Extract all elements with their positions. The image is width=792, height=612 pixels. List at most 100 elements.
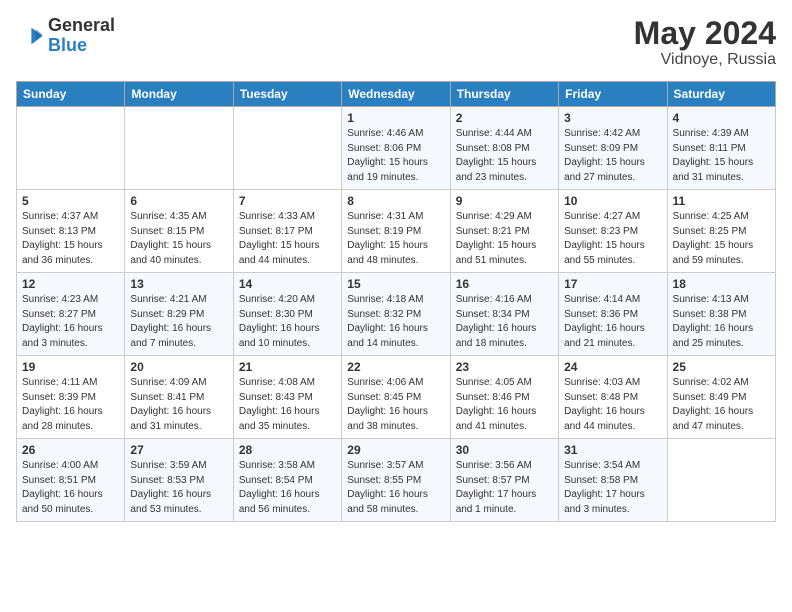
day-number: 20 [130,360,227,374]
header-row: Sunday Monday Tuesday Wednesday Thursday… [17,82,776,107]
day-cell-w2-d1: 5 Sunrise: 4:37 AM Sunset: 8:13 PM Daylig… [17,190,125,273]
logo-icon [16,22,44,50]
day-number: 29 [347,443,444,457]
day-info: Sunrise: 4:35 AM Sunset: 8:15 PM Dayligh… [130,210,227,268]
col-thursday: Thursday [450,82,558,107]
day-info: Sunrise: 4:11 AM Sunset: 8:39 PM Dayligh… [22,376,119,434]
day-info: Sunrise: 4:39 AM Sunset: 8:11 PM Dayligh… [673,127,770,185]
day-info: Sunrise: 4:44 AM Sunset: 8:08 PM Dayligh… [456,127,553,185]
day-number: 24 [564,360,661,374]
day-info: Sunrise: 4:13 AM Sunset: 8:38 PM Dayligh… [673,293,770,351]
day-number: 25 [673,360,770,374]
day-info: Sunrise: 3:58 AM Sunset: 8:54 PM Dayligh… [239,459,336,517]
day-cell-w1-d5: 2 Sunrise: 4:44 AM Sunset: 8:08 PM Daylig… [450,107,558,190]
day-info: Sunrise: 3:56 AM Sunset: 8:57 PM Dayligh… [456,459,553,517]
day-cell-w1-d4: 1 Sunrise: 4:46 AM Sunset: 8:06 PM Daylig… [342,107,450,190]
day-number: 3 [564,111,661,125]
day-number: 16 [456,277,553,291]
day-cell-w4-d2: 20Sunrise: 4:09 AM Sunset: 8:41 PM Dayli… [125,356,233,439]
day-cell-w4-d5: 23Sunrise: 4:05 AM Sunset: 8:46 PM Dayli… [450,356,558,439]
day-number: 19 [22,360,119,374]
day-number: 1 [347,111,444,125]
day-number: 12 [22,277,119,291]
day-cell-w3-d7: 18 Sunrise: 4:13 AM Sunset: 8:38 PM Dayli… [667,273,775,356]
day-cell-w1-d7: 4 Sunrise: 4:39 AM Sunset: 8:11 PM Daylig… [667,107,775,190]
day-number: 14 [239,277,336,291]
day-info: Sunrise: 4:25 AM Sunset: 8:25 PM Dayligh… [673,210,770,268]
day-cell-w2-d2: 6 Sunrise: 4:35 AM Sunset: 8:15 PM Daylig… [125,190,233,273]
location: Vidnoye, Russia [634,51,776,69]
day-cell-w1-d6: 3 Sunrise: 4:42 AM Sunset: 8:09 PM Daylig… [559,107,667,190]
col-tuesday: Tuesday [233,82,341,107]
day-number: 9 [456,194,553,208]
day-number: 30 [456,443,553,457]
day-info: Sunrise: 3:54 AM Sunset: 8:58 PM Dayligh… [564,459,661,517]
col-wednesday: Wednesday [342,82,450,107]
day-info: Sunrise: 4:23 AM Sunset: 8:27 PM Dayligh… [22,293,119,351]
day-info: Sunrise: 4:18 AM Sunset: 8:32 PM Dayligh… [347,293,444,351]
day-cell-w3-d5: 16 Sunrise: 4:16 AM Sunset: 8:34 PM Dayli… [450,273,558,356]
logo-line2: Blue [48,35,87,55]
day-info: Sunrise: 4:27 AM Sunset: 8:23 PM Dayligh… [564,210,661,268]
day-number: 21 [239,360,336,374]
day-cell-w1-d1 [17,107,125,190]
day-number: 4 [673,111,770,125]
logo-line1: General [48,15,115,35]
calendar-header: Sunday Monday Tuesday Wednesday Thursday… [17,82,776,107]
day-cell-w1-d2 [125,107,233,190]
logo: General Blue [16,16,115,56]
day-cell-w5-d4: 29 Sunrise: 3:57 AM Sunset: 8:55 PM Dayli… [342,439,450,522]
day-info: Sunrise: 4:31 AM Sunset: 8:19 PM Dayligh… [347,210,444,268]
col-saturday: Saturday [667,82,775,107]
day-cell-w3-d3: 14 Sunrise: 4:20 AM Sunset: 8:30 PM Dayli… [233,273,341,356]
week-row-2: 5 Sunrise: 4:37 AM Sunset: 8:13 PM Daylig… [17,190,776,273]
day-info: Sunrise: 4:46 AM Sunset: 8:06 PM Dayligh… [347,127,444,185]
day-cell-w5-d1: 26Sunrise: 4:00 AM Sunset: 8:51 PM Dayli… [17,439,125,522]
day-number: 18 [673,277,770,291]
day-info: Sunrise: 4:33 AM Sunset: 8:17 PM Dayligh… [239,210,336,268]
day-info: Sunrise: 4:20 AM Sunset: 8:30 PM Dayligh… [239,293,336,351]
day-number: 5 [22,194,119,208]
day-number: 22 [347,360,444,374]
day-number: 8 [347,194,444,208]
day-cell-w5-d5: 30 Sunrise: 3:56 AM Sunset: 8:57 PM Dayli… [450,439,558,522]
day-cell-w2-d7: 11Sunrise: 4:25 AM Sunset: 8:25 PM Dayli… [667,190,775,273]
day-number: 15 [347,277,444,291]
day-number: 27 [130,443,227,457]
day-cell-w3-d1: 12 Sunrise: 4:23 AM Sunset: 8:27 PM Dayli… [17,273,125,356]
day-number: 28 [239,443,336,457]
week-row-1: 1 Sunrise: 4:46 AM Sunset: 8:06 PM Daylig… [17,107,776,190]
day-number: 23 [456,360,553,374]
week-row-4: 19 Sunrise: 4:11 AM Sunset: 8:39 PM Dayli… [17,356,776,439]
day-cell-w2-d6: 10 Sunrise: 4:27 AM Sunset: 8:23 PM Dayli… [559,190,667,273]
day-cell-w4-d4: 22 Sunrise: 4:06 AM Sunset: 8:45 PM Dayli… [342,356,450,439]
day-cell-w4-d6: 24Sunrise: 4:03 AM Sunset: 8:48 PM Dayli… [559,356,667,439]
day-number: 31 [564,443,661,457]
title-block: May 2024 Vidnoye, Russia [634,16,776,69]
day-cell-w2-d5: 9Sunrise: 4:29 AM Sunset: 8:21 PM Daylig… [450,190,558,273]
day-number: 7 [239,194,336,208]
day-info: Sunrise: 3:57 AM Sunset: 8:55 PM Dayligh… [347,459,444,517]
day-info: Sunrise: 4:42 AM Sunset: 8:09 PM Dayligh… [564,127,661,185]
day-cell-w5-d3: 28 Sunrise: 3:58 AM Sunset: 8:54 PM Dayli… [233,439,341,522]
day-info: Sunrise: 4:21 AM Sunset: 8:29 PM Dayligh… [130,293,227,351]
day-cell-w2-d4: 8 Sunrise: 4:31 AM Sunset: 8:19 PM Daylig… [342,190,450,273]
day-cell-w4-d1: 19 Sunrise: 4:11 AM Sunset: 8:39 PM Dayli… [17,356,125,439]
calendar-body: 1 Sunrise: 4:46 AM Sunset: 8:06 PM Daylig… [17,107,776,522]
day-info: Sunrise: 4:37 AM Sunset: 8:13 PM Dayligh… [22,210,119,268]
day-number: 13 [130,277,227,291]
day-number: 6 [130,194,227,208]
day-number: 26 [22,443,119,457]
col-friday: Friday [559,82,667,107]
day-info: Sunrise: 4:06 AM Sunset: 8:45 PM Dayligh… [347,376,444,434]
day-info: Sunrise: 4:08 AM Sunset: 8:43 PM Dayligh… [239,376,336,434]
page: General Blue May 2024 Vidnoye, Russia Su… [0,0,792,532]
day-cell-w4-d3: 21 Sunrise: 4:08 AM Sunset: 8:43 PM Dayli… [233,356,341,439]
day-number: 10 [564,194,661,208]
day-info: Sunrise: 4:16 AM Sunset: 8:34 PM Dayligh… [456,293,553,351]
calendar-table: Sunday Monday Tuesday Wednesday Thursday… [16,81,776,522]
day-cell-w5-d7 [667,439,775,522]
day-info: Sunrise: 3:59 AM Sunset: 8:53 PM Dayligh… [130,459,227,517]
day-number: 2 [456,111,553,125]
week-row-3: 12 Sunrise: 4:23 AM Sunset: 8:27 PM Dayli… [17,273,776,356]
